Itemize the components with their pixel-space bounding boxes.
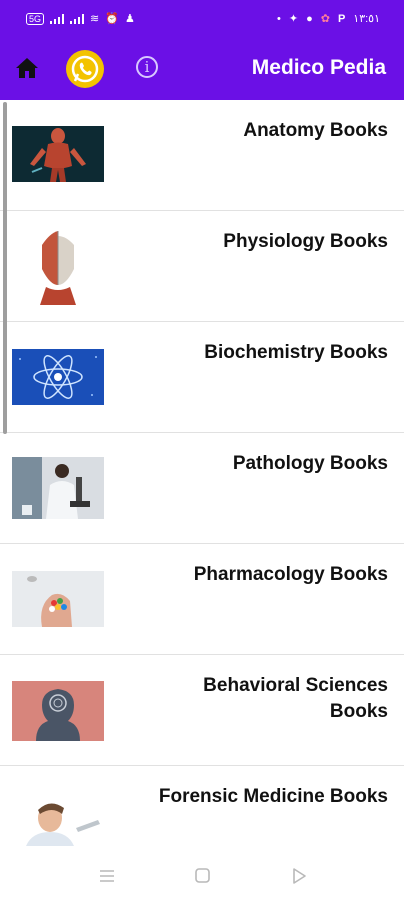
status-left-icons: 5G ≋ ⏰ ♟ bbox=[26, 12, 135, 25]
facebook-icon: ● bbox=[306, 12, 313, 25]
forensic-medicine-thumbnail bbox=[12, 798, 104, 846]
pathology-thumbnail bbox=[12, 457, 104, 519]
sim-chip: 5G bbox=[26, 12, 45, 25]
list-item-biochemistry[interactable]: Biochemistry Books bbox=[0, 322, 404, 433]
list-item-pathology[interactable]: Pathology Books bbox=[0, 433, 404, 544]
biochemistry-thumbnail bbox=[12, 349, 104, 405]
system-nav-bar bbox=[0, 846, 404, 900]
anatomy-thumbnail bbox=[12, 126, 104, 182]
app-bar: i Medico Pedia bbox=[0, 36, 404, 100]
list-item-anatomy[interactable]: Anatomy Books bbox=[0, 100, 404, 211]
list-item-label: Behavioral Sciences Books bbox=[203, 675, 388, 722]
list-item-pharmacology[interactable]: Pharmacology Books bbox=[0, 544, 404, 655]
app-icon: ✿ bbox=[320, 13, 330, 25]
home-square-icon[interactable] bbox=[194, 868, 212, 884]
list-item-label: Pathology Books bbox=[232, 453, 388, 474]
list-item-label: Physiology Books bbox=[223, 231, 388, 252]
menu-icon[interactable] bbox=[98, 868, 116, 884]
status-right-icons: • ✦ ● ✿ P ١٣:٥١ bbox=[277, 12, 380, 26]
back-triangle-icon[interactable] bbox=[290, 868, 308, 884]
status-time: ١٣:٥١ bbox=[353, 13, 380, 25]
dot-icon: • bbox=[277, 12, 281, 25]
whatsapp-icon[interactable] bbox=[66, 50, 104, 88]
pharmacology-thumbnail bbox=[12, 571, 104, 627]
signal-icon-2 bbox=[70, 13, 85, 24]
home-icon[interactable] bbox=[14, 56, 40, 80]
alarm-icon: ⏰ bbox=[105, 13, 119, 25]
signal-icon bbox=[50, 13, 65, 24]
notification-icon: ♟ bbox=[124, 13, 135, 25]
list-item-label: Anatomy Books bbox=[243, 120, 388, 141]
scrollbar[interactable] bbox=[3, 102, 7, 434]
list-item-label: Pharmacology Books bbox=[193, 564, 388, 585]
book-category-list: Anatomy Books Physiology Books Biochemis… bbox=[0, 100, 404, 846]
wifi-icon: ≋ bbox=[90, 13, 100, 25]
list-item-physiology[interactable]: Physiology Books bbox=[0, 211, 404, 322]
list-item-label: Forensic Medicine Books bbox=[158, 786, 388, 807]
info-icon[interactable]: i bbox=[136, 56, 158, 78]
status-bar: 5G ≋ ⏰ ♟ • ✦ ● ✿ P ١٣:٥١ bbox=[0, 0, 404, 36]
behavioral-sciences-thumbnail bbox=[12, 681, 104, 741]
list-item-forensic-medicine[interactable]: Forensic Medicine Books bbox=[0, 766, 404, 846]
list-item-label: Biochemistry Books bbox=[204, 342, 388, 363]
p-icon: P bbox=[337, 12, 346, 25]
list-item-behavioral-sciences[interactable]: Behavioral Sciences Books bbox=[0, 655, 404, 766]
twitter-icon: ✦ bbox=[288, 13, 299, 25]
app-title: Medico Pedia bbox=[251, 56, 386, 79]
physiology-thumbnail bbox=[12, 225, 104, 305]
